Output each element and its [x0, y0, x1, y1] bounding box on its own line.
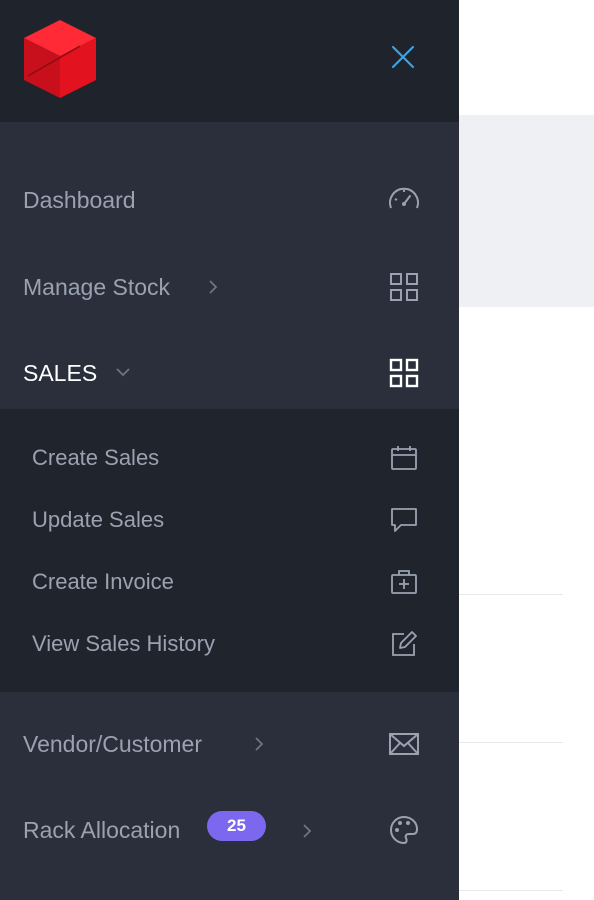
sidebar: Dashboard Manage Stock SALES Create Sale…	[0, 0, 459, 900]
chevron-right-icon	[255, 737, 264, 751]
submenu-item-label: Create Invoice	[32, 569, 174, 594]
submenu-item-create-sales[interactable]: Create Sales	[0, 432, 459, 484]
submenu-item-create-invoice[interactable]: Create Invoice	[0, 556, 459, 608]
sidebar-item-label: SALES	[23, 359, 98, 386]
sidebar-item-manage-stock[interactable]: Manage Stock	[0, 257, 459, 317]
message-icon	[391, 508, 417, 532]
sales-submenu: Create Sales Update Sales Create Invoice	[0, 409, 459, 692]
medical-bag-icon	[391, 570, 417, 594]
sidebar-item-label: Rack Allocation	[23, 816, 181, 843]
chevron-right-icon	[209, 280, 218, 294]
grid-icon	[389, 358, 419, 388]
submenu-item-label: Create Sales	[32, 445, 160, 470]
sidebar-item-dashboard[interactable]: Dashboard	[0, 170, 459, 230]
speedometer-icon	[389, 187, 419, 209]
logo-cube-icon[interactable]	[20, 18, 100, 100]
content-header-band	[459, 115, 594, 307]
sidebar-item-label: Vendor/Customer	[23, 730, 202, 757]
sidebar-header	[0, 0, 459, 122]
palette-icon	[390, 815, 419, 845]
edit-icon	[392, 631, 417, 656]
submenu-item-view-sales-history[interactable]: View Sales History	[0, 618, 459, 670]
content-divider	[459, 594, 563, 595]
submenu-item-label: Update Sales	[32, 507, 165, 532]
content-divider	[459, 890, 563, 891]
calendar-icon	[391, 446, 417, 470]
submenu-item-label: View Sales History	[32, 631, 215, 656]
sidebar-item-vendor-customer[interactable]: Vendor/Customer	[0, 714, 459, 774]
sidebar-item-sales[interactable]: SALES	[0, 343, 459, 403]
content-divider	[459, 742, 563, 743]
rack-allocation-badge: 25	[207, 811, 266, 841]
grid-icon	[390, 273, 418, 301]
sidebar-item-label: Dashboard	[23, 186, 136, 213]
close-button[interactable]	[386, 40, 420, 74]
sidebar-item-label: Manage Stock	[23, 273, 171, 300]
chevron-down-icon	[116, 368, 130, 377]
mail-icon	[389, 733, 419, 755]
close-icon	[391, 45, 415, 69]
submenu-item-update-sales[interactable]: Update Sales	[0, 494, 459, 546]
chevron-right-icon	[303, 824, 312, 838]
